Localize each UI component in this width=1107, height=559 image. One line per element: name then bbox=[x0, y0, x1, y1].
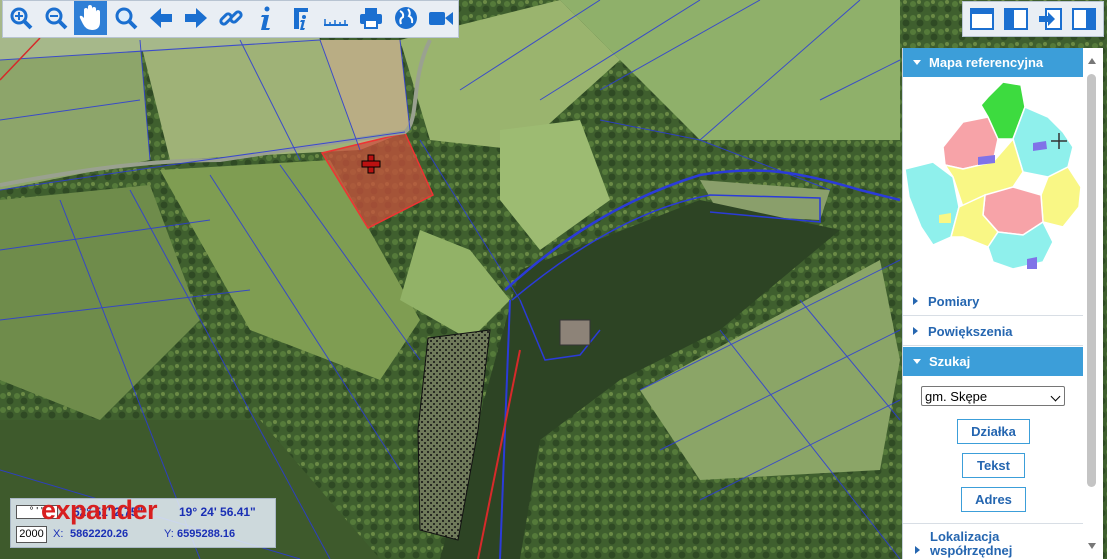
zoom-out-icon bbox=[45, 7, 67, 30]
scroll-down-icon[interactable] bbox=[1088, 543, 1096, 549]
section-header-szukaj[interactable]: Szukaj bbox=[903, 347, 1084, 376]
chevron-down-icon bbox=[1050, 391, 1061, 402]
link-icon bbox=[218, 10, 243, 26]
magnifier-icon bbox=[115, 7, 137, 30]
export-button[interactable] bbox=[1033, 2, 1067, 36]
pan-button[interactable] bbox=[74, 1, 107, 35]
map-toolbar bbox=[2, 0, 459, 38]
video-button[interactable] bbox=[424, 1, 457, 35]
y-value: 6595288.16 bbox=[177, 528, 236, 540]
search-tekst-button[interactable]: Tekst bbox=[962, 453, 1025, 478]
globe-icon bbox=[394, 7, 417, 29]
crs-selector[interactable]: 2000 bbox=[16, 526, 47, 543]
arrow-into-box-icon bbox=[1039, 8, 1062, 30]
measure-button[interactable] bbox=[319, 1, 352, 35]
caret-right-icon bbox=[913, 327, 918, 335]
zoom-out-button[interactable] bbox=[39, 1, 72, 35]
left-panel-icon bbox=[1004, 8, 1028, 30]
section-label-szukaj: Szukaj bbox=[929, 354, 971, 369]
scroll-up-icon[interactable] bbox=[1088, 58, 1096, 64]
gmina-select[interactable]: gm. Skępe bbox=[921, 386, 1065, 406]
ruler-icon bbox=[323, 19, 348, 26]
logo-text: xpander bbox=[55, 495, 158, 525]
caret-down-icon bbox=[913, 60, 921, 65]
forward-button[interactable] bbox=[179, 1, 212, 35]
printer-icon bbox=[359, 8, 382, 29]
back-button[interactable] bbox=[144, 1, 177, 35]
layout-left-panel-button[interactable] bbox=[999, 2, 1033, 36]
search-adres-button[interactable]: Adres bbox=[961, 487, 1026, 512]
info-document-icon bbox=[293, 8, 308, 30]
panel-scroll-thumb[interactable] bbox=[1087, 74, 1096, 487]
coordinate-readout: ° ' " 52° 51' 2.75" 19° 24' 56.41" 2000 … bbox=[10, 495, 276, 548]
info-button[interactable] bbox=[249, 1, 282, 35]
reference-map[interactable] bbox=[903, 77, 1084, 312]
arrow-left-icon bbox=[149, 8, 172, 28]
logo-letter-e: e bbox=[41, 495, 56, 525]
section-header-powiekszenia[interactable]: Powiększenia bbox=[903, 317, 1084, 346]
side-panel: Mapa referencyjna Pomiary Powiększenia S… bbox=[902, 48, 1084, 559]
section-label-pomiary: Pomiary bbox=[928, 293, 980, 309]
reference-map-graphic bbox=[904, 81, 1082, 270]
zoom-in-icon bbox=[10, 7, 32, 30]
zoom-in-button[interactable] bbox=[4, 1, 37, 35]
section-header-pomiary[interactable]: Pomiary bbox=[903, 287, 1084, 316]
search-dzialka-button[interactable]: Działka bbox=[957, 419, 1030, 444]
gmina-select-value: gm. Skępe bbox=[925, 388, 988, 404]
link-button[interactable] bbox=[214, 1, 247, 35]
arrow-right-icon bbox=[184, 8, 207, 28]
info-icon bbox=[260, 6, 270, 30]
longitude-value: 19° 24' 56.41" bbox=[179, 505, 256, 519]
section-header-refmap[interactable]: Mapa referencyjna bbox=[903, 48, 1084, 77]
section-label-powiekszenia: Powiększenia bbox=[928, 323, 1013, 339]
zoom-extent-button[interactable] bbox=[109, 1, 142, 35]
video-camera-icon bbox=[428, 12, 453, 25]
x-label: X: bbox=[53, 528, 64, 540]
section-label-refmap: Mapa referencyjna bbox=[929, 55, 1044, 70]
caret-down-icon bbox=[913, 359, 921, 364]
x-value: 5862220.26 bbox=[70, 528, 129, 540]
print-button[interactable] bbox=[354, 1, 387, 35]
expander-logo: expander bbox=[41, 495, 158, 526]
section-header-lokalizacja[interactable]: Lokalizacja współrzędnej bbox=[903, 523, 1084, 559]
window-icon bbox=[970, 8, 994, 30]
caret-right-icon bbox=[915, 546, 920, 554]
hand-icon bbox=[79, 5, 100, 30]
view-toolbar bbox=[962, 1, 1104, 37]
info-detail-button[interactable] bbox=[284, 1, 317, 35]
caret-right-icon bbox=[913, 297, 918, 305]
y-label: Y: bbox=[164, 528, 174, 540]
layout-right-panel-button[interactable] bbox=[1067, 2, 1101, 36]
right-panel-icon bbox=[1072, 8, 1096, 30]
globe-button[interactable] bbox=[389, 1, 422, 35]
section-label-lokalizacja: Lokalizacja współrzędnej bbox=[930, 529, 1013, 558]
layout-full-button[interactable] bbox=[965, 2, 999, 36]
